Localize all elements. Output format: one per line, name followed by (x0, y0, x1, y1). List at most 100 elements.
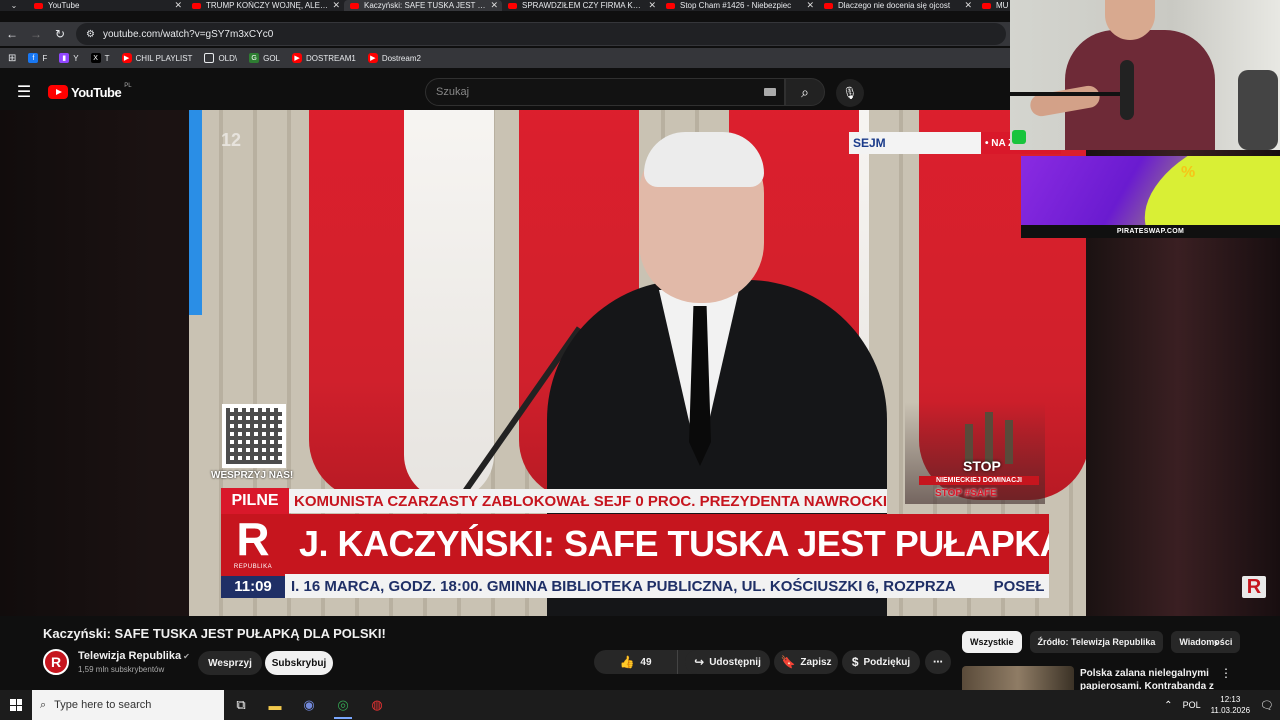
sponsor-banner: % PIRATESWAP.COM (1021, 156, 1280, 238)
chrome-icon[interactable]: ◎ (326, 690, 360, 720)
logo-region: PL (124, 82, 132, 89)
close-tab-icon[interactable]: ✕ (964, 0, 972, 11)
close-tab-icon[interactable]: ✕ (648, 0, 656, 11)
qr-code-icon (222, 404, 286, 468)
tab-search-chevron-icon[interactable]: ⌄ (0, 0, 28, 11)
browser-tab[interactable]: SPRAWDZIŁEM CZY FIRMA KASKO ✕ (502, 0, 660, 11)
video-player[interactable]: 12 SEJM • NA ŻYWO WESPRZYJ NAS! STOP NIE… (189, 110, 1086, 616)
tab-label: YouTube (48, 1, 80, 10)
youtube-favicon-icon (350, 2, 359, 9)
keyboard-icon[interactable] (764, 88, 776, 96)
youtube-icon: ▶ (121, 53, 132, 63)
like-button[interactable]: 👍 49 (594, 650, 678, 674)
discord-icon[interactable]: ◉ (292, 690, 326, 720)
bookmark-label: GOL (263, 53, 281, 63)
bookmark-item[interactable]: G GOL (249, 53, 280, 63)
notification-icon[interactable]: 🗨 (1260, 699, 1274, 712)
search-box (425, 78, 785, 106)
apps-grid-icon[interactable]: ⊞ (8, 53, 16, 64)
browser-tab[interactable]: YouTube ✕ (28, 0, 186, 11)
bookmark-item[interactable]: fF (28, 53, 47, 63)
language-indicator[interactable]: POL (1183, 700, 1201, 710)
percent-icon: % (1181, 164, 1196, 181)
search-input[interactable] (436, 86, 756, 98)
subscribe-button[interactable]: Subskrybuj (265, 651, 333, 675)
start-button[interactable] (0, 690, 32, 720)
search-icon[interactable]: ⌕ (785, 78, 825, 106)
forward-arrow-icon[interactable]: → (24, 23, 48, 45)
taskbar-search: ⌕ (32, 690, 224, 720)
support-label: Wesprzyj (208, 657, 252, 669)
youtube-header: ☰ YouTube PL ⌕ 🎙 (0, 74, 1010, 110)
bookmark-item[interactable]: ▮ Y (59, 53, 79, 63)
channel-row: R Telewizja Republika ✔ 1,59 mln subskryb… (43, 648, 953, 678)
tray-time: 12:13 (1220, 695, 1241, 704)
verified-icon: ✔ (183, 652, 190, 661)
bookmark-label: CHIL PLAYLIST (135, 53, 193, 63)
taskbar-search-input[interactable] (54, 699, 215, 711)
subscriber-count: 1,59 mln subskrybentów (78, 665, 165, 674)
hamburger-menu-icon[interactable]: ☰ (0, 82, 48, 102)
url-text[interactable]: youtube.com/watch?v=gSY7m3xCYc0 (103, 29, 273, 40)
channel-number: 12 (221, 130, 242, 150)
close-tab-icon[interactable]: ✕ (490, 0, 498, 11)
station-letter: R (236, 513, 270, 565)
search-icon: ⌕ (40, 698, 47, 711)
bookmark-item[interactable]: XT (90, 53, 110, 63)
breaking-label: PILNE (221, 488, 289, 514)
blue-panel (189, 110, 202, 315)
browser-tab-active[interactable]: Kaczyński: SAFE TUSKA JEST PUŁAPKĄ✕ (344, 0, 502, 11)
twitch-icon: ▮ (59, 53, 70, 63)
task-view-icon[interactable]: ⧉ (224, 690, 258, 720)
browser-tab[interactable]: Stop Cham #1426 - Niebezpiec ✕ (660, 0, 818, 11)
youtube-favicon-icon (824, 2, 833, 9)
browser-tab[interactable]: Dlaczego nie docenia się ojcost ✕ (818, 0, 976, 11)
chip-source[interactable]: Źródło: Telewizja Republika (1029, 631, 1164, 653)
site-info-icon[interactable]: ⚙ (86, 29, 95, 40)
tower-shape (1005, 420, 1013, 464)
bookmark-icon: 🔖 (780, 655, 796, 669)
bookmark-item[interactable]: ▶ CHIL PLAYLIST (121, 53, 193, 63)
obs-icon[interactable]: ◍ (360, 690, 394, 720)
more-actions-button[interactable]: ⋯ (925, 650, 951, 674)
top-ticker: KOMUNISTA CZARZASTY ZABLOKOWAŁ SEJF 0 PR… (289, 489, 887, 513)
save-label: Zapisz (800, 656, 832, 668)
kebab-menu-icon[interactable]: ⋮ (1220, 666, 1232, 680)
omnibox[interactable]: ⚙ youtube.com/watch?v=gSY7m3xCYc0 (76, 23, 1006, 45)
file-explorer-icon[interactable]: ▬ (258, 690, 292, 720)
youtube-logo[interactable]: YouTube PL (48, 82, 132, 100)
more-horizontal-icon: ⋯ (933, 656, 943, 668)
back-arrow-icon[interactable]: ← (0, 23, 24, 45)
facebook-icon: f (28, 53, 39, 63)
channel-name-wrap[interactable]: Telewizja Republika ✔ (78, 650, 190, 662)
close-tab-icon[interactable]: ✕ (174, 0, 182, 11)
tray-date: 11.03.2026 (1210, 706, 1251, 715)
chevron-up-icon[interactable]: ⌃ (1164, 700, 1172, 711)
bookmark-item[interactable]: ▶ DOSTREAM1 (292, 53, 356, 63)
support-button[interactable]: Wesprzyj (198, 651, 262, 675)
chip-all[interactable]: Wszystkie (962, 631, 1022, 653)
bookmark-item[interactable]: OLD\ (204, 53, 237, 63)
youtube-favicon-icon (982, 2, 991, 9)
youtube-icon: ▶ (367, 53, 378, 63)
tray-clock[interactable]: 12:13 11.03.2026 (1211, 694, 1250, 716)
thanks-dollar-icon: $ (851, 655, 859, 669)
tower-shape (985, 412, 993, 464)
close-tab-icon[interactable]: ✕ (806, 0, 814, 11)
youtube-icon: ▶ (292, 53, 303, 63)
microphone-icon[interactable]: 🎙 (836, 79, 864, 107)
close-tab-icon[interactable]: ✕ (332, 0, 340, 11)
share-button[interactable]: ↪ Udostępnij (685, 650, 770, 674)
browser-tab[interactable]: TRUMP KOŃCZY WOJNĘ, ALE IRAN ✕ (186, 0, 344, 11)
save-button[interactable]: 🔖 Zapisz (774, 650, 838, 674)
windows-logo-icon (10, 699, 22, 711)
channel-name[interactable]: Telewizja Republika (78, 650, 181, 662)
bookmark-label: T (104, 53, 110, 63)
reload-icon[interactable]: ↻ (48, 23, 72, 45)
news-lower-third: PILNE KOMUNISTA CZARZASTY ZABLOKOWAŁ SEJ… (221, 488, 1049, 598)
chevron-right-icon[interactable]: › (1206, 632, 1226, 652)
channel-avatar[interactable]: R (43, 649, 69, 675)
promo-subtitle: NIEMIECKIEJ DOMINACJI (919, 476, 1039, 485)
thanks-button[interactable]: $ Podziękuj (842, 650, 920, 674)
bookmark-item[interactable]: ▶ Dostream2 (367, 53, 421, 63)
